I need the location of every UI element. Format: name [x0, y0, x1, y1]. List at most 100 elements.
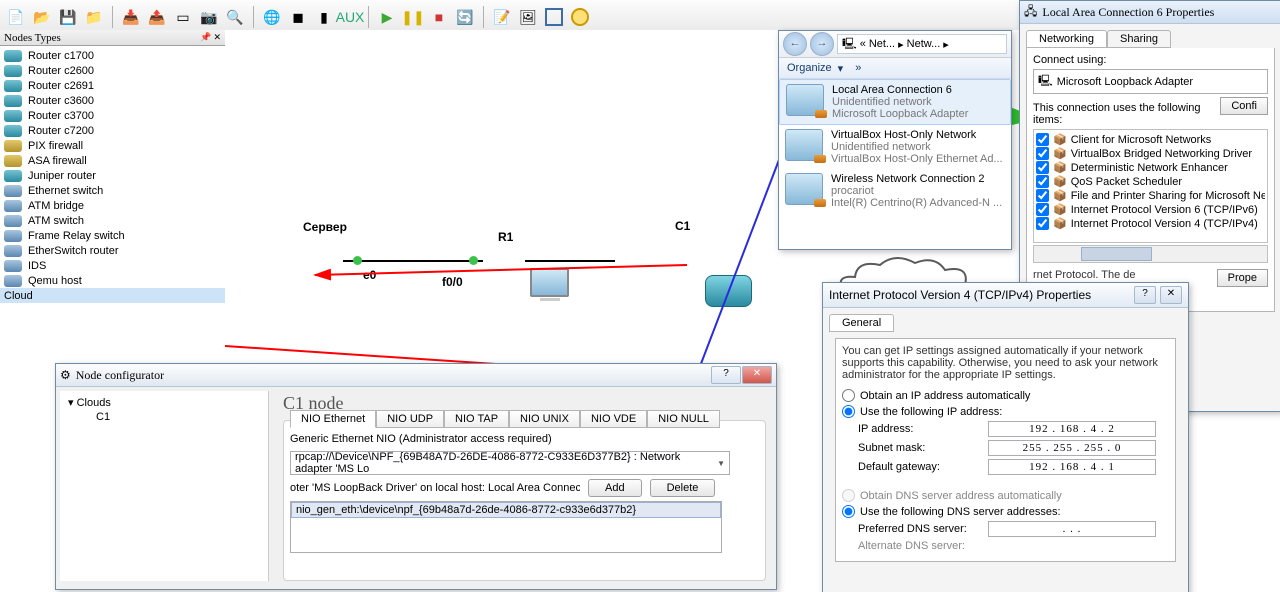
node-type-item[interactable]: Router c2691	[0, 78, 225, 93]
router-r1-node[interactable]	[705, 275, 752, 307]
component-checkbox[interactable]	[1036, 147, 1049, 160]
component-item[interactable]: 📦VirtualBox Bridged Networking Driver	[1036, 147, 1265, 160]
tab-nio-udp[interactable]: NIO UDP	[376, 410, 444, 428]
network-connections-window: ← → 🖳«Net...▸Netw...▸ Organize▾ » Local …	[778, 30, 1012, 250]
node-type-item[interactable]: ATM bridge	[0, 198, 225, 213]
ipv4-properties-window: Internet Protocol Version 4 (TCP/IPv4) P…	[822, 282, 1189, 592]
breadcrumb[interactable]: 🖳«Net...▸Netw...▸	[837, 34, 1007, 54]
component-item[interactable]: 📦Internet Protocol Version 4 (TCP/IPv4)	[1036, 217, 1265, 230]
tab-sharing[interactable]: Sharing	[1107, 30, 1171, 48]
component-item[interactable]: 📦Deterministic Network Enhancer	[1036, 161, 1265, 174]
globe-icon[interactable]: 🌐	[260, 5, 284, 29]
component-checkbox[interactable]	[1036, 217, 1049, 230]
saveas-icon[interactable]: 📁	[82, 5, 106, 29]
connection-item[interactable]: Local Area Connection 6Unidentified netw…	[779, 79, 1011, 125]
radio-auto-ip[interactable]	[842, 389, 855, 402]
node-tree[interactable]: ▾ Clouds C1	[60, 391, 269, 581]
radio-static-dns[interactable]	[842, 505, 855, 518]
tab-nio-tap[interactable]: NIO TAP	[444, 410, 509, 428]
node-type-item[interactable]: Frame Relay switch	[0, 228, 225, 243]
forward-button[interactable]: →	[810, 32, 834, 56]
pin-icon[interactable]: 📌	[200, 32, 211, 43]
save-icon[interactable]: 💾	[56, 5, 80, 29]
node-type-item[interactable]: IDS	[0, 258, 225, 273]
component-item[interactable]: 📦QoS Packet Scheduler	[1036, 175, 1265, 188]
component-checkbox[interactable]	[1036, 203, 1049, 216]
list-item[interactable]: nio_gen_eth:\device\npf_{69b48a7d-26de-4…	[291, 502, 721, 518]
new-icon[interactable]: 📄	[4, 5, 28, 29]
help-button[interactable]: ?	[1134, 286, 1156, 304]
node-type-item[interactable]: Juniper router	[0, 168, 225, 183]
close-panel-icon[interactable]: ✕	[213, 32, 221, 43]
node-type-item[interactable]: Router c1700	[0, 48, 225, 63]
node-type-item[interactable]: Cloud	[0, 288, 225, 303]
help-button[interactable]: ?	[711, 366, 741, 384]
device-icon	[4, 185, 22, 197]
device-icon	[4, 275, 22, 287]
note-icon[interactable]: 📝	[490, 5, 514, 29]
node-type-item[interactable]: Router c2600	[0, 63, 225, 78]
connection-item[interactable]: Wireless Network Connection 2procariotIn…	[779, 169, 1011, 213]
node-type-item[interactable]: Router c3600	[0, 93, 225, 108]
component-checkbox[interactable]	[1036, 161, 1049, 174]
add-button[interactable]: Add	[588, 479, 642, 497]
tab-nio-unix[interactable]: NIO UNIX	[509, 410, 580, 428]
adapter-combo[interactable]: rpcap://\Device\NPF_{69B48A7D-26DE-4086-…	[290, 451, 730, 475]
zoom-icon[interactable]: 🔍	[223, 5, 247, 29]
dns1-field[interactable]: . . .	[988, 521, 1156, 537]
aux-icon[interactable]: AUX	[338, 5, 362, 29]
tab-nio-vde[interactable]: NIO VDE	[580, 410, 647, 428]
selector-icon[interactable]: ▭	[171, 5, 195, 29]
tool-a-icon[interactable]: 📥	[119, 5, 143, 29]
component-item[interactable]: 📦File and Printer Sharing for Microsoft …	[1036, 189, 1265, 202]
image-icon[interactable]: 🖼	[516, 5, 540, 29]
radio-static-ip[interactable]	[842, 405, 855, 418]
snap-icon[interactable]: 📷	[197, 5, 221, 29]
component-item[interactable]: 📦Internet Protocol Version 6 (TCP/IPv6)	[1036, 203, 1265, 216]
tab-networking[interactable]: Networking	[1026, 30, 1107, 48]
back-button[interactable]: ←	[783, 32, 807, 56]
items-listbox[interactable]: 📦Client for Microsoft Networks📦VirtualBo…	[1033, 129, 1268, 243]
ellipse-icon[interactable]	[568, 5, 592, 29]
open-icon[interactable]: 📂	[30, 5, 54, 29]
component-checkbox[interactable]	[1036, 189, 1049, 202]
ip-field[interactable]: 192 . 168 . 4 . 2	[988, 421, 1156, 437]
close-button[interactable]: ✕	[742, 366, 772, 384]
terminal-icon[interactable]: ▮	[312, 5, 336, 29]
component-checkbox[interactable]	[1036, 133, 1049, 146]
scrollbar[interactable]	[1033, 245, 1268, 263]
gateway-field[interactable]: 192 . 168 . 4 . 1	[988, 459, 1156, 475]
tab-nio-ethernet[interactable]: NIO Ethernet	[290, 410, 376, 428]
component-checkbox[interactable]	[1036, 175, 1049, 188]
node-type-item[interactable]: EtherSwitch router	[0, 243, 225, 258]
connection-item[interactable]: VirtualBox Host-Only NetworkUnidentified…	[779, 125, 1011, 169]
delete-button[interactable]: Delete	[650, 479, 716, 497]
component-item[interactable]: 📦Client for Microsoft Networks	[1036, 133, 1265, 146]
rect-icon[interactable]	[542, 5, 566, 29]
nio-listbox[interactable]: nio_gen_eth:\device\npf_{69b48a7d-26de-4…	[290, 501, 722, 553]
node-type-item[interactable]: Router c3700	[0, 108, 225, 123]
node-type-item[interactable]: Qemu host	[0, 273, 225, 288]
tab-general[interactable]: General	[829, 314, 894, 332]
connect-using-label: Connect using:	[1033, 54, 1268, 66]
device-icon	[4, 65, 22, 77]
node-type-item[interactable]: ASA firewall	[0, 153, 225, 168]
node-type-item[interactable]: Ethernet switch	[0, 183, 225, 198]
stop-icon[interactable]: ■	[427, 5, 451, 29]
node-type-item[interactable]: ATM switch	[0, 213, 225, 228]
configure-button[interactable]: Confi	[1220, 97, 1268, 115]
reload-icon[interactable]: 🔄	[453, 5, 477, 29]
play-icon[interactable]: ▶	[375, 5, 399, 29]
properties-button[interactable]: Prope	[1217, 269, 1268, 287]
tree-item-c1[interactable]: C1	[64, 410, 264, 424]
server-node[interactable]	[530, 268, 570, 308]
tab-nio-null[interactable]: NIO NULL	[647, 410, 720, 428]
organize-menu[interactable]: Organize	[787, 62, 832, 74]
close-button[interactable]: ✕	[1160, 286, 1182, 304]
node-type-item[interactable]: PIX firewall	[0, 138, 225, 153]
node-type-item[interactable]: Router c7200	[0, 123, 225, 138]
tool-b-icon[interactable]: 📤	[145, 5, 169, 29]
subnet-field[interactable]: 255 . 255 . 255 . 0	[988, 440, 1156, 456]
console-icon[interactable]: ◼	[286, 5, 310, 29]
pause-icon[interactable]: ❚❚	[401, 5, 425, 29]
